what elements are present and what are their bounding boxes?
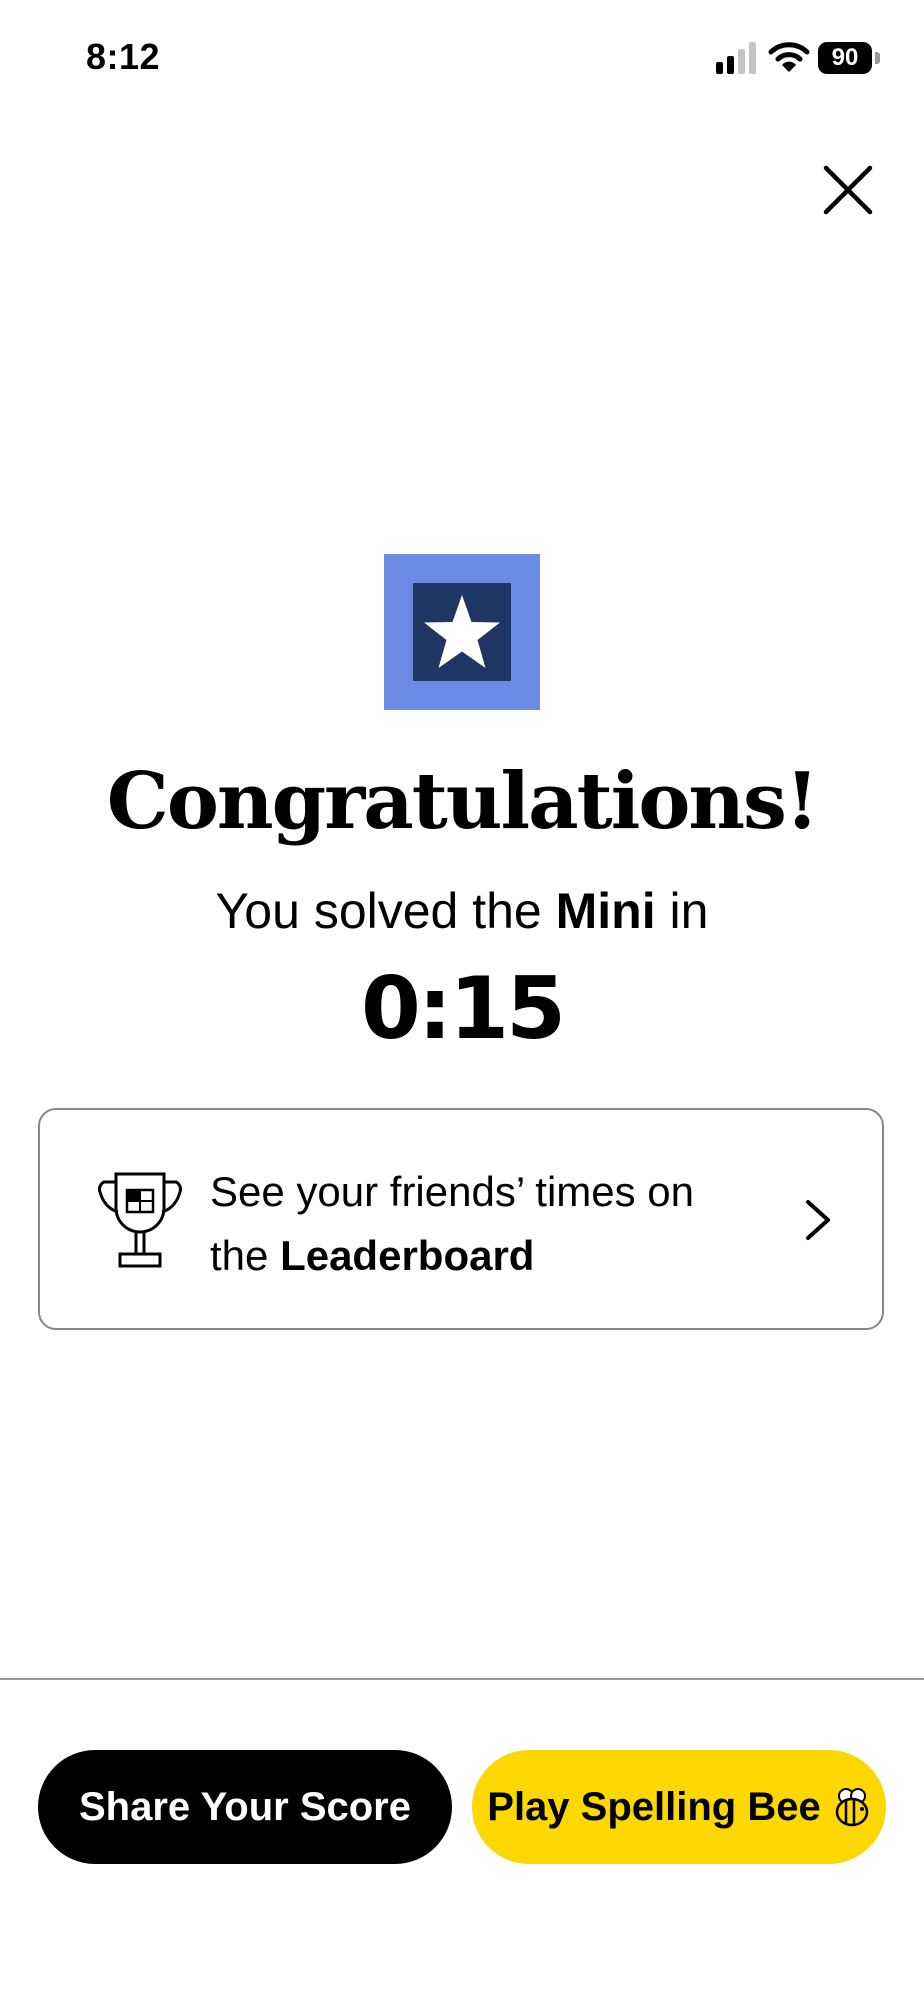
- leaderboard-card[interactable]: See your friends’ times on the Leaderboa…: [38, 1108, 884, 1330]
- solve-time: 0:15: [361, 959, 566, 1059]
- share-score-label: Share Your Score: [79, 1784, 411, 1829]
- chevron-right-icon: [806, 1200, 830, 1240]
- solved-message-prefix: You solved the: [215, 883, 556, 939]
- star-badge-inner: [413, 583, 511, 681]
- play-spelling-bee-button[interactable]: Play Spelling Bee: [472, 1750, 886, 1864]
- leaderboard-text-line2: the Leaderboard: [210, 1224, 770, 1288]
- leaderboard-link-text: Leaderboard: [280, 1232, 535, 1279]
- status-time: 8:12: [86, 36, 161, 77]
- bee-icon: [835, 1788, 868, 1827]
- cellular-signal-icon: [716, 42, 756, 74]
- status-bar: 8:12 90: [0, 0, 924, 116]
- wifi-icon: [768, 42, 810, 72]
- bottom-divider: [0, 1678, 924, 1680]
- solved-message: You solved the Mini in: [0, 878, 924, 944]
- trophy-icon: [98, 1172, 182, 1268]
- leaderboard-text: See your friends’ times on the Leaderboa…: [210, 1160, 770, 1288]
- play-spelling-bee-label: Play Spelling Bee: [487, 1784, 821, 1829]
- star-badge-icon: [384, 554, 540, 710]
- star-icon: [424, 595, 500, 668]
- leaderboard-text-prefix: the: [210, 1232, 281, 1279]
- share-score-button[interactable]: Share Your Score: [38, 1750, 452, 1864]
- game-name: Mini: [555, 883, 656, 939]
- battery-cap: [875, 52, 880, 64]
- battery-level: 90: [818, 42, 872, 74]
- congratulations-title: Congratulations!: [106, 756, 819, 847]
- leaderboard-text-line1: See your friends’ times on: [210, 1168, 695, 1215]
- congratulations-screen: 8:12 90 Congratulations! You solved the …: [0, 0, 924, 2000]
- close-icon[interactable]: [822, 164, 874, 216]
- battery-icon: 90: [818, 42, 882, 74]
- solved-message-suffix: in: [655, 883, 709, 939]
